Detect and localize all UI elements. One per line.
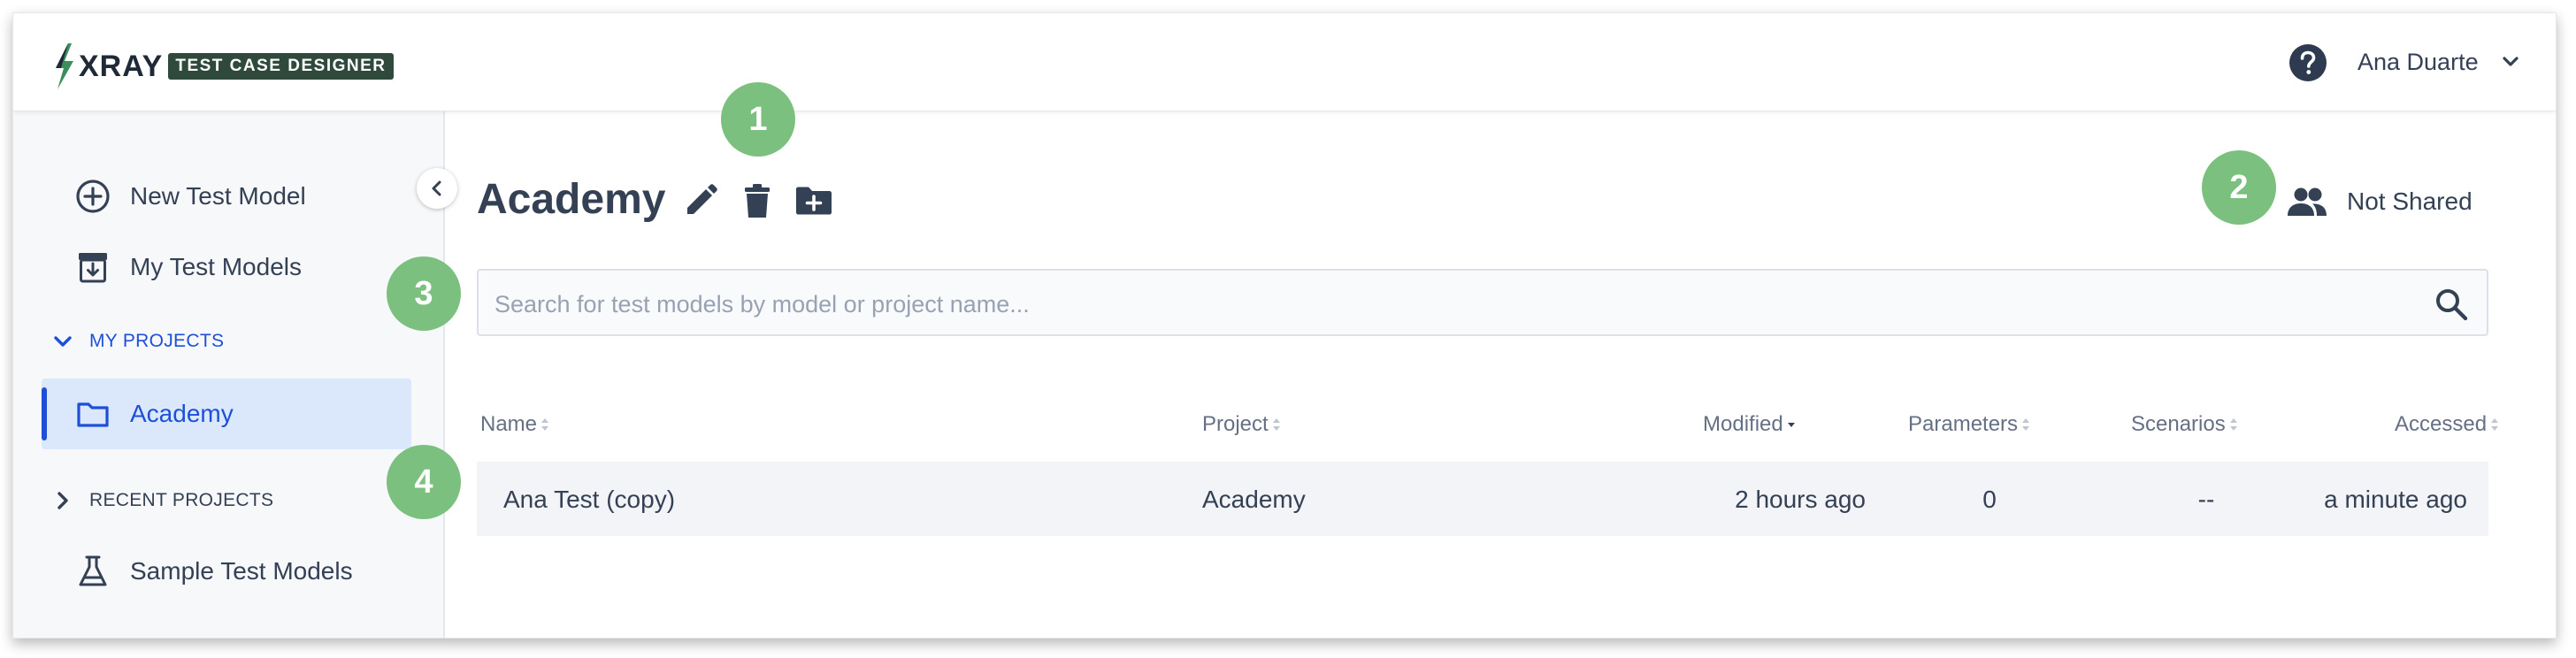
flask-icon	[79, 555, 107, 586]
column-header-modified[interactable]: Modified	[1703, 412, 1797, 437]
column-header-accessed[interactable]: Accessed	[2395, 412, 2500, 437]
sidebar-item-sample-test-models[interactable]: Sample Test Models	[75, 554, 353, 589]
column-header-label: Accessed	[2395, 412, 2488, 436]
chevron-down-icon[interactable]	[2501, 52, 2520, 72]
cell-project: Academy	[1202, 486, 1306, 513]
callout-marker-3: 3	[387, 256, 461, 331]
column-header-label: Modified	[1703, 412, 1783, 436]
share-status[interactable]: Not Shared	[2347, 187, 2472, 216]
collapse-sidebar-button[interactable]	[417, 168, 457, 209]
search-input[interactable]	[493, 283, 2425, 325]
logo-badge: TEST CASE DESIGNER	[168, 53, 394, 80]
recent-projects-section-toggle[interactable]: RECENT PROJECTS	[50, 488, 273, 513]
sidebar-item-label: New Test Model	[130, 182, 306, 210]
sort-desc-icon	[1787, 423, 1795, 427]
active-indicator	[42, 387, 47, 440]
cell-modified: 2 hours ago	[1735, 486, 1866, 513]
my-projects-section-toggle[interactable]: MY PROJECTS	[50, 329, 224, 354]
callout-marker-4: 4	[387, 445, 461, 519]
sort-icon	[2022, 418, 2030, 431]
column-header-scenarios[interactable]: Scenarios	[2131, 412, 2239, 437]
trash-icon[interactable]	[737, 180, 778, 221]
lightning-bolt-icon	[56, 43, 73, 89]
sidebar-item-new-test-model[interactable]: New Test Model	[75, 179, 306, 214]
table-row[interactable]: Ana Test (copy) Academy 2 hours ago 0 --…	[477, 462, 2488, 536]
archive-download-icon	[79, 253, 107, 283]
pencil-icon[interactable]	[680, 180, 721, 221]
column-header-project[interactable]: Project	[1202, 412, 1282, 437]
folder-plus-icon[interactable]	[794, 180, 834, 221]
top-bar: XRAY TEST CASE DESIGNER Ana Duarte	[13, 13, 2556, 111]
plus-circle-icon	[76, 180, 110, 213]
cell-parameters: 0	[1982, 486, 1997, 513]
sidebar-item-my-test-models[interactable]: My Test Models	[75, 249, 302, 285]
help-icon[interactable]	[2288, 43, 2327, 82]
search-box	[477, 269, 2488, 336]
sidebar: New Test Model My Test Models MY PROJECT…	[13, 111, 445, 638]
callout-marker-1: 1	[721, 82, 795, 157]
xray-logo[interactable]: XRAY TEST CASE DESIGNER	[50, 40, 394, 93]
column-header-name[interactable]: Name	[480, 412, 550, 437]
sort-icon	[1272, 418, 1280, 431]
column-header-label: Parameters	[1908, 412, 2019, 436]
cell-name[interactable]: Ana Test (copy)	[503, 486, 675, 514]
sidebar-item-label: Academy	[130, 400, 234, 427]
column-header-parameters[interactable]: Parameters	[1908, 412, 2031, 437]
my-projects-heading: MY PROJECTS	[89, 331, 225, 351]
column-header-label: Scenarios	[2131, 412, 2226, 436]
folder-icon	[77, 402, 109, 427]
users-icon[interactable]	[2285, 180, 2329, 225]
column-header-label: Name	[480, 412, 538, 436]
logo-text: XRAY	[79, 49, 164, 83]
column-header-label: Project	[1202, 412, 1269, 436]
sort-icon	[2491, 418, 2499, 431]
chevron-down-icon	[54, 336, 72, 347]
recent-projects-heading: RECENT PROJECTS	[89, 490, 274, 510]
sidebar-item-label: My Test Models	[130, 253, 302, 280]
sidebar-item-label: Sample Test Models	[130, 557, 353, 585]
callout-marker-2: 2	[2202, 150, 2276, 225]
page-title: Academy	[477, 176, 666, 223]
search-icon[interactable]	[2434, 287, 2469, 322]
sort-icon	[2229, 418, 2237, 431]
sidebar-item-academy[interactable]: Academy	[75, 396, 234, 432]
chevron-right-icon	[58, 492, 68, 509]
user-menu-name[interactable]: Ana Duarte	[2358, 49, 2479, 76]
app-window: XRAY TEST CASE DESIGNER Ana Duarte New T…	[12, 12, 2557, 639]
cell-accessed: a minute ago	[2324, 486, 2467, 513]
sort-icon	[541, 418, 549, 431]
chevron-left-icon	[432, 180, 441, 196]
